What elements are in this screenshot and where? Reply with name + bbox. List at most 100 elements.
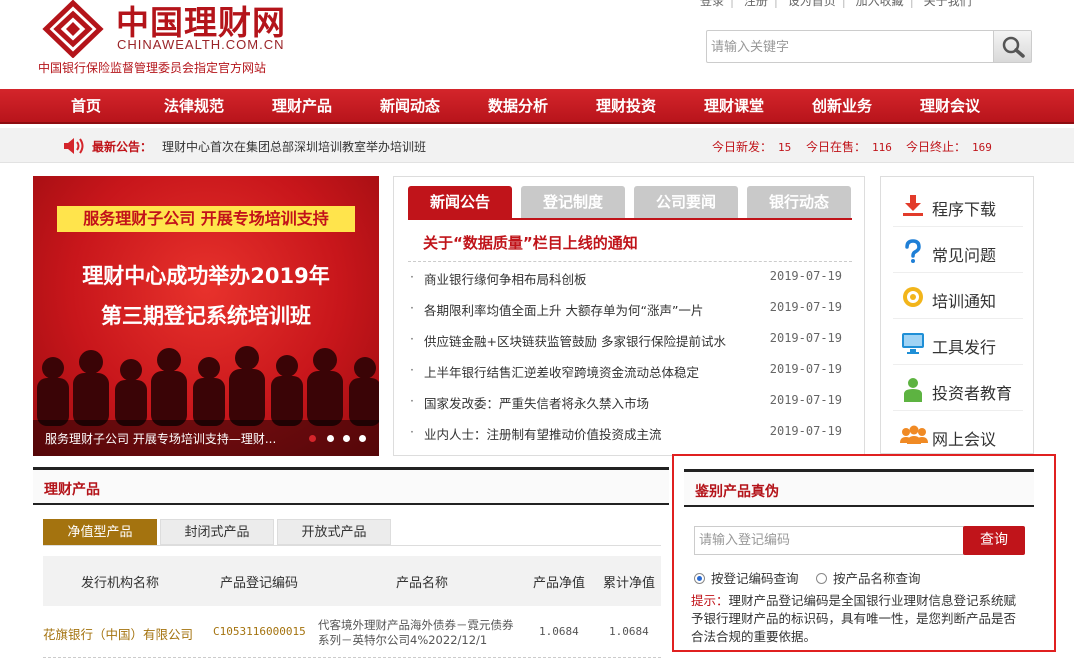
bullet: · xyxy=(410,424,414,439)
stat-label: 今日在售： xyxy=(806,140,867,154)
news-item-title[interactable]: 商业银行缘何争相布局科创板 xyxy=(424,269,587,288)
notice-text[interactable]: 理财中心首次在集团总部深圳培训教室举办培训班 xyxy=(162,138,426,155)
nav-classroom[interactable]: 理财课堂 xyxy=(704,89,764,124)
stat-on-sale-today: 今日在售： 116 xyxy=(806,138,892,155)
row-issuer[interactable]: 花旗银行（中国）有限公司 xyxy=(43,624,193,643)
banner-tagline: 服务理财子公司 开展专场培训支持 xyxy=(57,206,355,232)
radio-by-code[interactable]: 按登记编码查询 xyxy=(694,568,799,586)
separator: | xyxy=(841,0,846,8)
products-panel: 理财产品 净值型产品 封闭式产品 开放式产品 发行机构名称 产品登记编码 产品名… xyxy=(33,467,669,664)
speaker-icon xyxy=(64,138,84,154)
radio-by-name[interactable]: 按产品名称查询 xyxy=(816,568,921,586)
registration-code-input[interactable] xyxy=(694,526,964,555)
tab-news-announcements[interactable]: 新闻公告 xyxy=(408,186,512,218)
carousel-dot[interactable] xyxy=(343,435,350,442)
banner-carousel[interactable]: 服务理财子公司 开展专场培训支持 理财中心成功举办2019年 第三期登记系统培训… xyxy=(33,176,379,456)
news-item-title[interactable]: 各期限利率均值全面上升 大额存单为何“涨声”一片 xyxy=(424,300,703,319)
bullet: · xyxy=(410,269,414,284)
carousel-dot-active[interactable] xyxy=(309,435,316,442)
news-item-title[interactable]: 上半年银行结售汇逆差收窄跨境资金流动总体稳定 xyxy=(424,362,699,381)
radio-indicator-checked[interactable] xyxy=(694,573,705,584)
news-item-date: 2019-07-19 xyxy=(769,362,842,376)
news-item[interactable]: · 商业银行缘何争相布局科创板 2019-07-19 xyxy=(410,269,850,289)
news-item-date: 2019-07-19 xyxy=(769,269,842,283)
logo-tagline: 中国银行保险监督管理委员会指定官方网站 xyxy=(38,61,267,75)
notice-bar: 最新公告： 理财中心首次在集团总部深圳培训教室举办培训班 今日新发： 15 今日在… xyxy=(0,128,1074,163)
nav-data[interactable]: 数据分析 xyxy=(488,89,548,124)
tab-underline xyxy=(408,218,852,220)
news-item[interactable]: · 国家发改委：严重失信者将永久禁入市场 2019-07-19 xyxy=(410,393,850,413)
link-investor-education[interactable]: 投资者教育 xyxy=(881,365,1035,411)
news-item-title[interactable]: 国家发改委：严重失信者将永久禁入市场 xyxy=(424,393,649,412)
row-code[interactable]: C1053116000015 xyxy=(213,625,306,638)
col-nav: 产品净值 xyxy=(533,576,586,591)
about-link[interactable]: 关于我们 xyxy=(924,0,972,9)
tab-closed-products[interactable]: 封闭式产品 xyxy=(160,519,274,545)
tab-nav-products[interactable]: 净值型产品 xyxy=(43,519,157,545)
nav-innovation[interactable]: 创新业务 xyxy=(812,89,872,124)
link-faq[interactable]: 常见问题 xyxy=(881,227,1035,273)
nav-home[interactable]: 首页 xyxy=(71,89,101,124)
stat-value: 116 xyxy=(872,141,892,154)
search-input[interactable] xyxy=(711,36,991,58)
link-program-download[interactable]: 程序下载 xyxy=(881,181,1035,227)
radio-indicator[interactable] xyxy=(816,573,827,584)
link-online-meeting[interactable]: 网上会议 xyxy=(881,411,1035,457)
verify-title: 鉴别产品真伪 xyxy=(695,484,779,500)
nav-news[interactable]: 新闻动态 xyxy=(380,89,440,124)
radio-label: 按登记编码查询 xyxy=(711,571,799,586)
col-code: 产品登记编码 xyxy=(220,576,299,591)
news-item[interactable]: · 供应链金融+区块链获监管鼓励 多家银行保险提前试水 2019-07-19 xyxy=(410,331,850,351)
radio-label: 按产品名称查询 xyxy=(833,571,921,586)
stat-ended-today: 今日终止： 169 xyxy=(906,138,992,155)
row-name-line1[interactable]: 代客境外理财产品海外债券－霓元债券 xyxy=(318,617,514,633)
link-label: 常见问题 xyxy=(932,246,997,265)
link-label: 培训通知 xyxy=(932,292,997,311)
bullet: · xyxy=(410,300,414,315)
carousel-dot[interactable] xyxy=(359,435,366,442)
query-button[interactable]: 查询 xyxy=(963,526,1025,555)
nav-investment[interactable]: 理财投资 xyxy=(596,89,656,124)
link-label: 投资者教育 xyxy=(932,384,1013,403)
link-tool-release[interactable]: 工具发行 xyxy=(881,319,1035,365)
stat-label: 今日终止： xyxy=(906,140,967,154)
verify-product-panel: 鉴别产品真伪 查询 按登记编码查询 按产品名称查询 提示：理财产品登记编码是全国… xyxy=(672,454,1056,652)
news-item[interactable]: · 各期限利率均值全面上升 大额存单为何“涨声”一片 2019-07-19 xyxy=(410,300,850,320)
row-name-line2[interactable]: 系列－英特尔公司4%2022/12/1 xyxy=(318,632,487,648)
set-homepage-link[interactable]: 设为首页 xyxy=(788,0,836,9)
tab-open-products[interactable]: 开放式产品 xyxy=(277,519,391,545)
products-table-header: 发行机构名称 产品登记编码 产品名称 产品净值 累计净值 xyxy=(43,556,661,606)
stat-new-today: 今日新发： 15 xyxy=(712,138,791,155)
news-item[interactable]: · 业内人士：注册制有望推动价值投资成主流 2019-07-19 xyxy=(410,424,850,444)
tab-company-news[interactable]: 公司要闻 xyxy=(634,186,738,218)
carousel-dot[interactable] xyxy=(327,435,334,442)
bullet: · xyxy=(410,393,414,408)
link-training-notice[interactable]: 培训通知 xyxy=(881,273,1035,319)
news-headline[interactable]: 关于“数据质量”栏目上线的通知 xyxy=(423,232,638,253)
news-item-date: 2019-07-19 xyxy=(769,331,842,345)
nav-laws[interactable]: 法律规范 xyxy=(164,89,224,124)
register-link[interactable]: 注册 xyxy=(744,0,768,9)
news-item-date: 2019-07-19 xyxy=(769,300,842,314)
search-button[interactable] xyxy=(993,31,1031,62)
site-logo[interactable]: 中国理财网 CHINAWEALTH.COM.CN 中国银行保险监督管理委员会指定… xyxy=(36,0,296,76)
bullet: · xyxy=(410,331,414,346)
login-link[interactable]: 登录 xyxy=(700,0,724,9)
search-icon xyxy=(1002,36,1025,58)
audience-silhouette-icon xyxy=(37,346,379,426)
news-item-title[interactable]: 业内人士：注册制有望推动价值投资成主流 xyxy=(424,424,662,443)
banner-headline-1: 理财中心成功举办2019年 xyxy=(82,264,330,288)
nav-products[interactable]: 理财产品 xyxy=(272,89,332,124)
news-panel: 新闻公告 登记制度 公司要闻 银行动态 关于“数据质量”栏目上线的通知 · 商业银… xyxy=(393,176,865,456)
news-item[interactable]: · 上半年银行结售汇逆差收窄跨境资金流动总体稳定 2019-07-19 xyxy=(410,362,850,382)
tab-registration-rules[interactable]: 登记制度 xyxy=(521,186,625,218)
banner-caption[interactable]: 服务理财子公司 开展专场培训支持—理财... xyxy=(45,430,299,447)
news-item-title[interactable]: 供应链金融+区块链获监管鼓励 多家银行保险提前试水 xyxy=(424,331,726,350)
verify-tip: 提示：理财产品登记编码是全国银行业理财信息登记系统赋予银行理财产品的标识码，具有… xyxy=(691,592,1027,646)
nav-conference[interactable]: 理财会议 xyxy=(920,89,980,124)
tab-bank-news[interactable]: 银行动态 xyxy=(747,186,851,218)
stat-label: 今日新发： xyxy=(712,140,773,154)
add-favorite-link[interactable]: 加入收藏 xyxy=(856,0,904,9)
top-links: 登录 | 注册 | 设为首页 | 加入收藏 | 关于我们 xyxy=(700,0,1074,8)
col-name: 产品名称 xyxy=(396,576,449,591)
